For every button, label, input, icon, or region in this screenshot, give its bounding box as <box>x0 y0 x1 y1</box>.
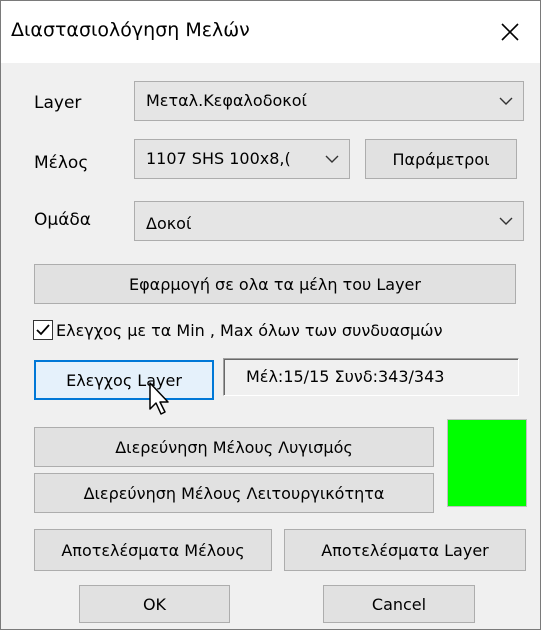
status-color-indicator <box>447 419 527 507</box>
close-icon <box>501 23 519 41</box>
chevron-down-icon <box>325 155 339 163</box>
chevron-down-icon <box>499 97 513 105</box>
layer-label: Layer <box>34 93 82 113</box>
apply-all-button[interactable]: Εφαρμογή σε ολα τα μέλη του Layer <box>34 264 516 304</box>
close-button[interactable] <box>488 11 532 53</box>
dialog-window: Διαστασιολόγηση Μελών Layer Μεταλ.Κεφαλο… <box>0 0 541 630</box>
group-select-value: Δοκοί <box>146 214 192 233</box>
parameters-button[interactable]: Παράμετροι <box>365 139 517 179</box>
member-label: Μέλος <box>34 153 89 173</box>
mouse-cursor-icon <box>149 382 169 415</box>
layer-results-button[interactable]: Αποτελέσματα Layer <box>284 529 526 571</box>
minmax-checkbox[interactable] <box>33 320 53 340</box>
cancel-button[interactable]: Cancel <box>323 585 475 623</box>
window-title: Διαστασιολόγηση Μελών <box>11 19 250 41</box>
member-results-button[interactable]: Αποτελέσματα Μέλους <box>34 529 272 571</box>
minmax-checkbox-label: Ελεγχος με τα Min , Max όλων των συνδυασ… <box>56 321 443 340</box>
layer-select[interactable]: Μεταλ.Κεφαλοδοκοί <box>134 81 524 121</box>
investigate-buckling-button[interactable]: Διερεύνηση Μέλους Λυγισμός <box>34 427 434 467</box>
title-bar: Διαστασιολόγηση Μελών <box>1 1 540 63</box>
member-select-value: 1107 SHS 100x8,( <box>146 149 291 168</box>
group-select[interactable]: Δοκοί <box>134 201 524 241</box>
investigate-serviceability-button[interactable]: Διερεύνηση Μέλους Λειτουργικότητα <box>34 473 434 513</box>
group-label: Ομάδα <box>34 210 92 230</box>
dialog-body: Layer Μεταλ.Κεφαλοδοκοί Μέλος 1107 SHS 1… <box>1 63 540 629</box>
chevron-down-icon <box>499 217 513 225</box>
status-field: Μέλ:15/15 Συνδ:343/343 <box>223 358 519 396</box>
layer-select-value: Μεταλ.Κεφαλοδοκοί <box>146 91 307 110</box>
checkmark-icon <box>36 324 50 336</box>
member-select[interactable]: 1107 SHS 100x8,( <box>134 139 350 179</box>
ok-button[interactable]: OK <box>79 585 230 623</box>
check-layer-button[interactable]: Ελεγχος Layer <box>34 360 214 400</box>
